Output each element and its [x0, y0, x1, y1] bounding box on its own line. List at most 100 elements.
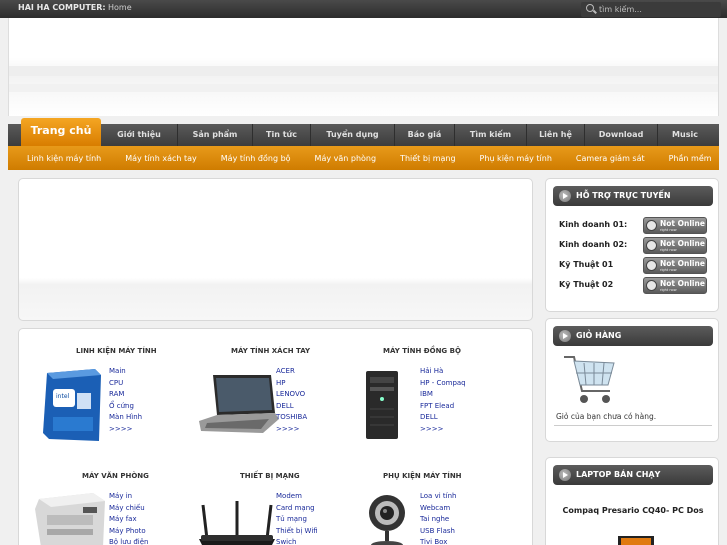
category-link[interactable]: ACER: [276, 366, 307, 378]
status-text: Not Online: [660, 279, 705, 288]
category-link[interactable]: HP - Compaq: [420, 378, 466, 390]
main-nav: Trang chủ Giới thiệu Sản phẩm Tin tức Tu…: [8, 118, 719, 146]
category-link[interactable]: Tivi Box: [420, 537, 456, 545]
status-text: Not Online: [660, 259, 705, 268]
category-title: MÁY TÍNH XÁCH TAY: [231, 347, 311, 355]
category-link[interactable]: Tai nghe: [420, 514, 456, 526]
nav-home[interactable]: Trang chủ: [21, 118, 101, 146]
nav-news[interactable]: Tin tức: [253, 124, 311, 146]
category-link[interactable]: Swich: [276, 537, 318, 545]
nav-price-list[interactable]: Báo giá: [395, 124, 455, 146]
support-label: Kinh doanh 02:: [559, 240, 628, 249]
webcam-image[interactable]: [361, 491, 417, 545]
category-link[interactable]: DELL: [276, 401, 307, 413]
nav-recruitment[interactable]: Tuyển dụng: [311, 124, 395, 146]
subnav-office[interactable]: Máy văn phòng: [303, 154, 389, 163]
subnav-camera[interactable]: Camera giám sát: [564, 154, 657, 163]
router-image[interactable]: [197, 499, 277, 545]
category-link[interactable]: RAM: [109, 389, 142, 401]
category-link[interactable]: HP: [276, 378, 307, 390]
subnav-laptops[interactable]: Máy tính xách tay: [113, 154, 209, 163]
printer-image[interactable]: [33, 489, 109, 545]
category-link[interactable]: Tủ mạng: [276, 514, 318, 526]
search-icon[interactable]: [586, 4, 594, 12]
support-row: Kỹ Thuật 01 Not Online right now: [559, 257, 709, 275]
category-link[interactable]: Bộ lưu điện: [109, 537, 148, 545]
category-link[interactable]: Card mạng: [276, 503, 318, 515]
category-link[interactable]: Modem: [276, 491, 318, 503]
category-link[interactable]: >>>>: [109, 424, 142, 436]
online-status-button[interactable]: Not Online right now: [643, 277, 707, 294]
product-name[interactable]: Compaq Presario CQ40- PC Dos: [556, 505, 710, 517]
category-title: THIẾT BỊ MẠNG: [240, 472, 300, 480]
category-link[interactable]: TOSHIBA: [276, 412, 307, 424]
nav-contact[interactable]: Liên hệ: [527, 124, 585, 146]
cpu-box-image[interactable]: intel: [39, 367, 103, 443]
cart-title: GIỎ HÀNG: [576, 331, 622, 340]
category-nav: Linh kiện máy tính Máy tính xách tay Máy…: [8, 146, 719, 170]
subnav-network[interactable]: Thiết bị mạng: [388, 154, 467, 163]
category-link[interactable]: CPU: [109, 378, 142, 390]
category-links: Hải Hà HP - Compaq IBM FPT Elead DELL >>…: [420, 366, 466, 435]
category-links: Main CPU RAM Ổ cứng Màn Hình >>>>: [109, 366, 142, 435]
category-title: PHỤ KIỆN MÁY TÍNH: [383, 472, 462, 480]
category-link[interactable]: Máy Photo: [109, 526, 148, 538]
online-status-button[interactable]: Not Online right now: [643, 217, 707, 234]
support-row: Kinh doanh 02: Not Online right now: [559, 237, 709, 255]
category-link[interactable]: >>>>: [420, 424, 466, 436]
laptop-product-image[interactable]: [616, 536, 656, 545]
support-title: HỖ TRỢ TRỰC TUYẾN: [576, 191, 671, 200]
search-box[interactable]: [581, 2, 721, 17]
status-subtext: right now: [660, 288, 677, 292]
header-banner: [8, 18, 719, 116]
category-link[interactable]: IBM: [420, 389, 466, 401]
category-link[interactable]: Ổ cứng: [109, 401, 142, 413]
nav-music[interactable]: Music: [658, 124, 712, 146]
bestseller-title: LAPTOP BÁN CHẠY: [576, 470, 661, 479]
site-brand: HAI HA COMPUTER:: [18, 3, 106, 12]
category-link[interactable]: DELL: [420, 412, 466, 424]
category-link[interactable]: Máy chiếu: [109, 503, 148, 515]
category-link[interactable]: >>>>: [276, 424, 307, 436]
nav-download[interactable]: Download: [585, 124, 658, 146]
category-links: Máy in Máy chiếu Máy fax Máy Photo Bộ lư…: [109, 491, 148, 545]
category-link[interactable]: Hải Hà: [420, 366, 466, 378]
status-subtext: right now: [660, 228, 677, 232]
subnav-accessories[interactable]: Phụ kiện máy tính: [468, 154, 564, 163]
category-link[interactable]: USB Flash: [420, 526, 456, 538]
messenger-icon: [646, 220, 657, 231]
shopping-cart-icon[interactable]: [560, 351, 618, 411]
support-row: Kinh doanh 01: Not Online right now: [559, 217, 709, 235]
category-link[interactable]: Loa vi tính: [420, 491, 456, 503]
support-box: HỖ TRỢ TRỰC TUYẾN Kinh doanh 01: Not Onl…: [545, 178, 719, 312]
category-link[interactable]: LENOVO: [276, 389, 307, 401]
category-link[interactable]: Webcam: [420, 503, 456, 515]
category-link[interactable]: Máy in: [109, 491, 148, 503]
category-link[interactable]: Thiết bị Wifi: [276, 526, 318, 538]
status-text: Not Online: [660, 239, 705, 248]
subnav-software[interactable]: Phần mềm: [657, 154, 724, 163]
category-links: Loa vi tính Webcam Tai nghe USB Flash Ti…: [420, 491, 456, 545]
nav-search[interactable]: Tìm kiếm: [455, 124, 527, 146]
subnav-desktops[interactable]: Máy tính đồng bộ: [209, 154, 303, 163]
search-input[interactable]: [599, 3, 717, 15]
messenger-icon: [646, 280, 657, 291]
category-title: MÁY TÍNH ĐỒNG BỘ: [383, 347, 461, 355]
subnav-components[interactable]: Linh kiện máy tính: [8, 154, 113, 163]
online-status-button[interactable]: Not Online right now: [643, 237, 707, 254]
svg-text:intel: intel: [56, 393, 70, 400]
category-link[interactable]: Máy fax: [109, 514, 148, 526]
home-link[interactable]: Home: [108, 3, 132, 12]
divider: [554, 425, 712, 426]
nav-products[interactable]: Sản phẩm: [178, 124, 253, 146]
nav-about[interactable]: Giới thiệu: [101, 124, 178, 146]
desktop-tower-image[interactable]: [364, 369, 400, 441]
category-link[interactable]: Màn Hình: [109, 412, 142, 424]
laptop-image[interactable]: [199, 373, 279, 437]
support-header: HỖ TRỢ TRỰC TUYẾN: [553, 186, 713, 206]
category-link[interactable]: FPT Elead: [420, 401, 466, 413]
category-link[interactable]: Main: [109, 366, 142, 378]
online-status-button[interactable]: Not Online right now: [643, 257, 707, 274]
categories-panel: LINH KIỆN MÁY TÍNH intel Main CPU RAM Ổ …: [18, 328, 533, 545]
messenger-icon: [646, 260, 657, 271]
